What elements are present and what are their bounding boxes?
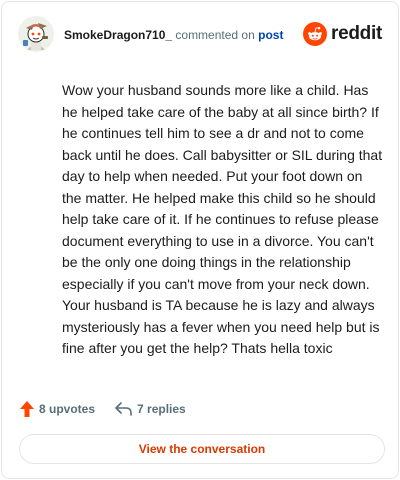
reddit-wordmark: reddit [331,23,382,44]
comment-body: Wow your husband sounds more like a chil… [62,82,383,356]
upvotes-count: 8 upvotes [39,402,96,416]
reply-arrow-icon [115,402,132,416]
post-link[interactable]: post [258,28,283,42]
comment-header: SmokeDragon710_ commented on post reddit [18,16,382,52]
comment-stats: 8 upvotes 7 replies [20,400,186,418]
comment-card: SmokeDragon710_ commented on post reddit [1,1,399,479]
replies-stat[interactable]: 7 replies [115,402,186,416]
replies-count: 7 replies [137,402,186,416]
username-link[interactable]: SmokeDragon710_ [64,28,172,42]
action-text: commented on [175,28,255,42]
snoo-avatar-icon[interactable] [18,16,54,52]
upvote-arrow-icon [20,401,34,417]
view-conversation-button[interactable]: View the conversation [19,434,385,464]
comment-meta: SmokeDragon710_ commented on post [64,28,283,42]
upvotes-stat[interactable]: 8 upvotes [20,401,95,417]
reddit-logo[interactable]: reddit [303,22,382,46]
reddit-alien-icon [303,22,328,46]
